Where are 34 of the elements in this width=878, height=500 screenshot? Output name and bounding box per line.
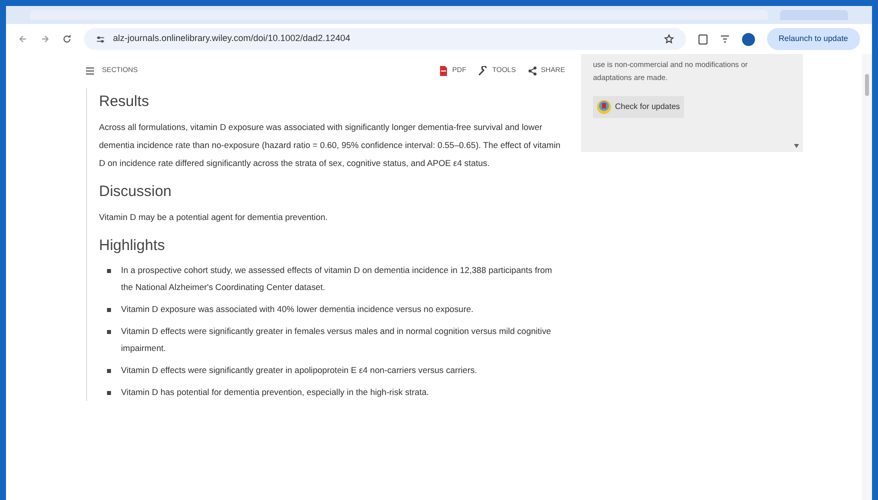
bullet-icon — [107, 308, 111, 312]
scroll-arrow-icon — [794, 144, 799, 148]
highlight-text: Vitamin D effects were significantly greater in females versus males and in normal cognition versus mild cognitive impairment. — [121, 325, 552, 355]
paragraph: Vitamin D may be a potential agent for dementia prevention. — [99, 211, 329, 224]
url-text: alz-journals.onlinelibrary.wiley.com/doi/10.1002/dad2.12404 — [113, 32, 352, 46]
site-info-icon[interactable] — [96, 34, 105, 44]
bullet-icon — [107, 391, 111, 395]
share-icon — [528, 66, 537, 76]
wrench-icon — [478, 66, 488, 76]
check-updates-button[interactable]: Check for updates — [593, 96, 684, 118]
bookmark-star-icon[interactable] — [664, 34, 674, 44]
address-bar[interactable]: alz-journals.onlinelibrary.wiley.com/doi/10.1002/dad2.12404 — [84, 28, 686, 50]
profile-avatar[interactable] — [742, 32, 755, 46]
section-heading: Discussion — [99, 182, 173, 202]
scrollbar[interactable] — [862, 54, 872, 500]
highlight-text: In a prospective cohort study, we assessed effects of vitamin D on dementia incidence in 12,388 participants from the National Alzheimer's Coordinating Center dataset. — [121, 264, 554, 294]
relaunch-button[interactable]: Relaunch to update — [766, 28, 860, 50]
extensions-icon[interactable] — [698, 34, 708, 44]
highlight-text: Vitamin D exposure was associated with 40% lower dementia incidence versus no exposure. — [121, 303, 474, 316]
badge-icon — [597, 100, 611, 114]
bullet-icon — [107, 330, 111, 334]
list-icon — [86, 67, 94, 75]
reload-icon[interactable] — [62, 34, 72, 44]
back-icon[interactable] — [18, 34, 28, 44]
highlight-text: Vitamin D has potential for dementia prevention, especially in the high-risk strata. — [121, 386, 429, 399]
pdf-icon — [439, 66, 448, 76]
bullet-icon — [107, 369, 111, 373]
forward-icon[interactable] — [40, 34, 50, 44]
section-heading: Results — [99, 92, 150, 112]
highlight-text: Vitamin D effects were significantly greater in apolipoprotein E ε4 non-carriers versus carriers. — [121, 364, 478, 377]
section-heading: Highlights — [99, 236, 166, 256]
paragraph: Across all formulations, vitamin D exposure was associated with significantly longer dementia-free survival and lower dementia incidence rate than no-exposure (hazard ratio = 0.60, 95% confidence interval: 0.55–0.65). The effect of vitamin D on incidence rate differed significantly across the strata of sex, cognitive status, and APOE ε4 status. — [99, 121, 562, 170]
filter-icon[interactable] — [720, 34, 730, 44]
bullet-icon — [107, 269, 111, 273]
